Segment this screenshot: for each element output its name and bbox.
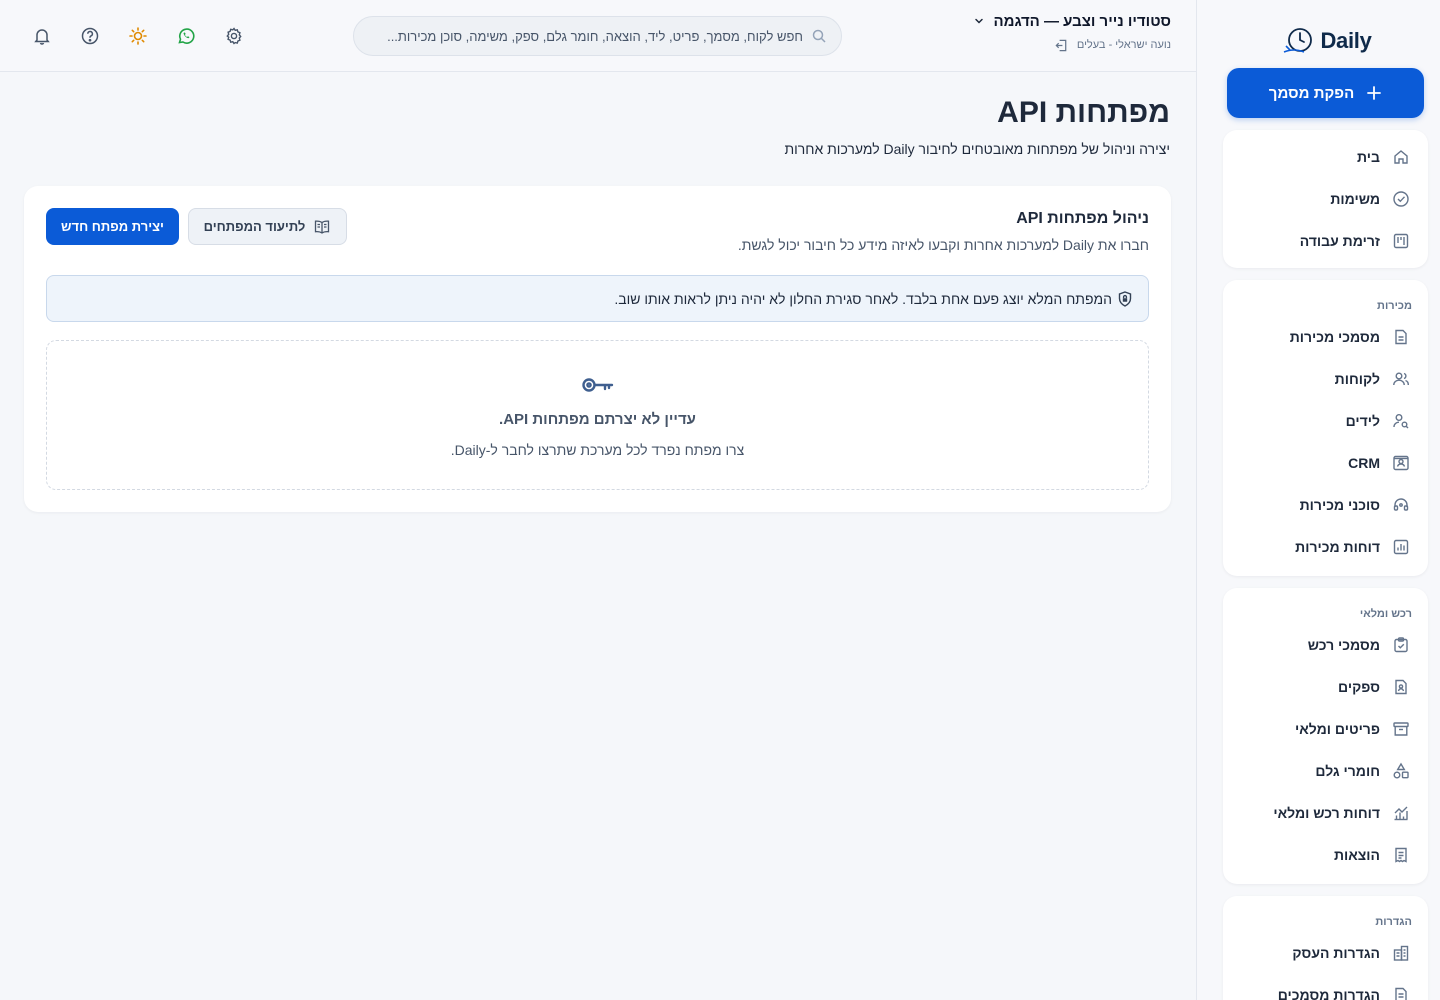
key-icon [581,378,613,392]
supplier-icon [1395,679,1407,695]
sidebar-item-home[interactable]: בית [1223,136,1428,178]
check-circle-icon [1393,191,1409,207]
archive-icon [1393,722,1409,736]
empty-state-subtitle: צרו מפתח נפרד לכל מערכת שתרצו לחבר ל-Dai… [450,442,745,458]
notifications-button[interactable] [30,24,54,48]
nav-group-main: בית משימות זרימת עבודה [1223,130,1428,268]
nav-group-purchasing-title: רכש ומלאי [1359,608,1412,620]
app-logo-text: Daily [1320,28,1372,53]
page-subtitle: יצירה וניהול של מפתחות מאובטחים לחיבור D… [784,141,1170,157]
sidebar-item-raw-materials[interactable]: חומרי גלם [1223,750,1428,792]
sidebar-item-crm[interactable]: CRM [1223,442,1428,484]
nav-group-sales: מכירות מסמכי מכירות לקוחות לידים CRM סוכ… [1223,280,1428,576]
sidebar-item-customers[interactable]: לקוחות [1223,358,1428,400]
kanban-icon [1393,233,1409,249]
gear-icon [226,27,242,45]
nav-group-settings: הגדרות הגדרות העסק הגדרות מסמכים [1223,896,1428,1000]
sidebar-item-suppliers[interactable]: ספקים [1223,666,1428,708]
sidebar-item-sales-reports[interactable]: דוחות מכירות [1223,526,1428,568]
sidebar-item-inventory[interactable]: פריטים ומלאי [1223,708,1428,750]
users-icon [1393,372,1409,386]
help-button[interactable] [78,24,102,48]
empty-state: עדיין לא יצרתם מפתחות API. צרו מפתח נפרד… [46,340,1149,490]
top-header: סטודיו נייר וצבע — הדגמה נועה ישראלי - ב… [0,0,1196,72]
nav-group-sales-title: מכירות [1377,300,1412,312]
settings-button[interactable] [222,24,246,48]
sidebar-item-leads[interactable]: לידים [1223,400,1428,442]
developer-docs-button[interactable]: לתיעוד המפתחים [188,208,347,245]
theme-toggle-button[interactable] [126,24,150,48]
org-name: סטודיו נייר וצבע — הדגמה [993,12,1171,30]
sidebar-item-sales-documents[interactable]: מסמכי מכירות [1223,316,1428,358]
search-input[interactable] [368,28,803,44]
sidebar-item-sales-agents[interactable]: סוכני מכירות [1223,484,1428,526]
sidebar-item-purchase-documents[interactable]: מסמכי רכש [1223,624,1428,666]
nav-group-purchasing: רכש ומלאי מסמכי רכש ספקים פריטים ומלאי ח… [1223,588,1428,884]
developer-docs-label: לתיעוד המפתחים [203,219,306,234]
card-subtitle: חברו את Daily למערכות אחרות וקבעו לאיזה … [737,237,1149,253]
shapes-icon [1393,762,1409,779]
contact-card-icon [1393,455,1409,471]
notice-text: המפתח המלא יוצג פעם אחת בלבד. לאחר סגירת… [614,290,1112,307]
current-user: נועה ישראלי - בעלים [1076,39,1171,51]
sidebar-item-expenses[interactable]: הוצאות [1223,834,1428,876]
search-icon [812,29,826,43]
bell-icon [34,29,50,45]
card-title: ניהול מפתחות API [1016,210,1149,227]
logout-icon[interactable] [1054,38,1069,53]
whatsapp-button[interactable] [174,24,198,48]
create-api-key-button[interactable]: יצירת מפתח חדש [46,208,179,245]
bar-chart-icon [1393,539,1409,555]
shield-lock-icon [1118,291,1132,307]
book-open-icon [315,220,330,234]
receipt-icon [1395,847,1407,863]
document-icon [1395,329,1407,345]
global-search[interactable] [353,16,842,56]
create-document-label: הפקת מסמך [1268,84,1355,102]
clock-logo-icon [1284,28,1313,53]
building-icon [1393,945,1409,961]
nav-group-settings-title: הגדרות [1375,916,1412,928]
empty-state-title: עדיין לא יצרתם מפתחות API. [499,411,696,428]
document-settings-icon [1395,987,1407,1000]
headset-icon [1393,498,1409,511]
home-icon [1394,150,1408,164]
app-logo[interactable]: Daily [1214,24,1440,58]
chevron-down-icon [975,18,984,24]
plus-icon [1367,86,1382,100]
api-keys-card: ניהול מפתחות API חברו את Daily למערכות א… [24,186,1171,512]
clipboard-check-icon [1394,637,1408,653]
sidebar-item-purchase-reports[interactable]: דוחות רכש ומלאי [1223,792,1428,834]
one-time-key-notice: המפתח המלא יוצג פעם אחת בלבד. לאחר סגירת… [46,275,1149,322]
sidebar: Daily הפקת מסמך בית משימות זרימת עבודה מ… [1196,0,1440,1000]
page-title: מפתחות API [997,96,1170,129]
help-circle-icon [81,27,99,45]
user-search-icon [1393,414,1409,429]
sidebar-item-business-settings[interactable]: הגדרות העסק [1223,932,1428,974]
sidebar-item-workflow[interactable]: זרימת עבודה [1223,220,1428,262]
sun-icon [129,27,147,45]
org-switcher[interactable]: סטודיו נייר וצבע — הדגמה נועה ישראלי - ב… [973,10,1171,56]
sidebar-item-tasks[interactable]: משימות [1223,178,1428,220]
line-chart-icon [1394,806,1408,821]
whatsapp-icon [178,28,195,44]
sidebar-item-document-settings[interactable]: הגדרות מסמכים [1223,974,1428,1000]
create-document-button[interactable]: הפקת מסמך [1227,68,1424,118]
